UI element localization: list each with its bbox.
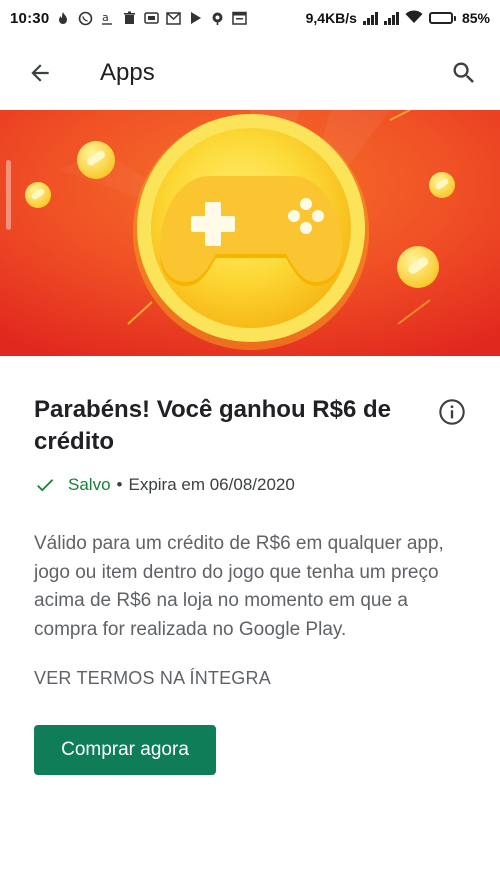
title-row: Parabéns! Você ganhou R$6 de crédito — [34, 394, 470, 458]
status-time: 10:30 — [10, 9, 50, 27]
coin-small-4 — [397, 246, 439, 288]
signal-icon — [362, 11, 378, 25]
arrow-back-icon[interactable] — [24, 57, 56, 89]
podcast-icon — [209, 10, 225, 26]
info-icon[interactable] — [436, 396, 468, 428]
saved-label: Salvo — [68, 475, 111, 494]
offer-description: Válido para um crédito de R$6 em qualque… — [34, 533, 444, 640]
search-icon[interactable] — [448, 57, 480, 89]
check-icon — [34, 474, 56, 496]
status-right: 9,4KB/s 85% — [305, 9, 490, 27]
trash-icon — [121, 10, 137, 26]
calendar-icon — [231, 10, 247, 26]
app-icon — [143, 10, 159, 26]
battery-percent: 85% — [461, 10, 490, 26]
offer-card: Parabéns! Você ganhou R$6 de crédito Sal… — [34, 356, 470, 775]
banner-illustration — [0, 110, 500, 356]
app-bar: Apps — [0, 36, 500, 110]
promo-banner — [0, 110, 500, 356]
whatsapp-icon — [77, 10, 93, 26]
buy-now-button[interactable]: Comprar agora — [34, 725, 216, 775]
offer-headline: Parabéns! Você ganhou R$6 de crédito — [34, 396, 391, 455]
amazon-icon: a — [99, 10, 115, 26]
svg-text:a: a — [102, 11, 109, 24]
network-speed: 9,4KB/s — [305, 10, 357, 26]
view-terms-link[interactable]: VER TERMOS NA ÍNTEGRA — [34, 668, 271, 689]
separator-dot: • — [116, 475, 123, 494]
signal-icon-2 — [383, 11, 399, 25]
coin-small-2 — [25, 182, 51, 208]
notification-icons: a — [55, 10, 247, 26]
coin-small-3 — [429, 172, 455, 198]
coin-small-1 — [77, 141, 115, 179]
status-bar: 10:30 a 9,4KB/s 85% — [0, 0, 500, 36]
play-icon — [187, 10, 203, 26]
fire-icon — [55, 10, 71, 26]
gmail-icon — [165, 10, 181, 26]
page-title: Apps — [100, 59, 155, 86]
battery-icon — [428, 12, 456, 24]
expiry-text: Expira em 06/08/2020 — [128, 475, 295, 494]
wifi-icon — [405, 9, 423, 27]
saved-status-row: Salvo • Expira em 06/08/2020 — [34, 474, 470, 496]
